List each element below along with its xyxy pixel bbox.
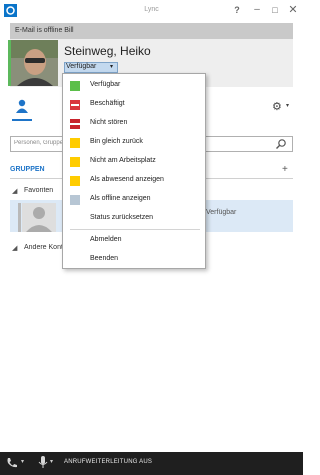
status-menu-item-available[interactable]: Verfügbar [63,77,205,96]
menu-item-label: Beschäftigt [90,100,125,107]
menu-item-label: Abmelden [90,236,122,243]
menu-item-label: Als offline anzeigen [90,195,151,202]
user-avatar[interactable] [11,40,58,86]
status-menu-item-appear-offline[interactable]: Als offline anzeigen [63,191,205,210]
menu-item-label: Nicht am Arbeitsplatz [90,157,156,164]
close-button[interactable]: ✕ [284,2,302,18]
status-dropdown-label: Verfügbar [66,63,97,70]
menu-separator [70,229,200,230]
status-menu-item-busy[interactable]: Beschäftigt [63,96,205,115]
presence-swatch-icon [70,195,80,205]
presence-swatch-icon [70,138,80,148]
phone-chevron-icon[interactable]: ▾ [21,458,24,465]
options-chevron-icon[interactable]: ▾ [286,102,289,109]
presence-swatch-icon [70,157,80,167]
menu-item-label: Als abwesend anzeigen [90,176,164,183]
contact-presence-indicator [18,203,21,232]
status-menu-item-sign-out[interactable]: Abmelden [63,232,205,251]
presence-swatch-icon [70,119,80,129]
chevron-down-icon: ▾ [110,64,114,70]
active-tab-indicator [12,119,32,121]
menu-item-label: Status zurücksetzen [90,214,154,221]
help-button[interactable]: ? [228,2,246,18]
search-placeholder: Personen, Gruppen oder Nummern suchen [14,140,64,146]
group-expand-icon[interactable]: ◢ [12,244,17,252]
group-expand-icon[interactable]: ◢ [12,187,17,195]
menu-item-label: Nicht stören [90,119,128,126]
add-contact-icon[interactable]: + [282,164,288,175]
user-display-name: Steinweg, Heiko [64,44,151,58]
group-name[interactable]: Andere Kontakte [24,244,64,251]
menu-item-label: Bin gleich zurück [90,138,143,145]
group-name[interactable]: Favoriten [24,187,64,194]
presence-swatch-icon [70,81,80,91]
contacts-tab-icon[interactable] [16,99,28,113]
call-forwarding-status[interactable]: ANRUFWEITERLEITUNG AUS [64,459,152,465]
status-menu-item-reset-status[interactable]: Status zurücksetzen [63,210,205,229]
presence-swatch-icon [70,100,80,110]
menu-item-label: Beenden [90,255,119,262]
audio-device-chevron-icon[interactable]: ▾ [50,458,53,465]
phone-icon[interactable] [6,457,18,469]
status-menu-item-appear-away[interactable]: Als abwesend anzeigen [63,172,205,191]
status-menu-item-exit[interactable]: Beenden [63,251,205,270]
groups-header[interactable]: GRUPPEN [10,166,45,173]
microphone-icon[interactable] [38,456,48,469]
status-menu-item-be-right-back[interactable]: Bin gleich zurück [63,134,205,153]
personal-note-text: E-Mail is offline Bill [15,27,74,34]
minimize-button[interactable]: – [248,2,266,18]
status-menu-item-off-work[interactable]: Nicht am Arbeitsplatz [63,153,205,172]
contact-avatar [22,203,56,232]
search-icon[interactable] [275,138,287,150]
gear-icon[interactable]: ⚙ [272,100,282,113]
status-menu-item-do-not-disturb[interactable]: Nicht stören [63,115,205,134]
maximize-button[interactable]: □ [266,2,284,18]
contact-status-text: Verfügbar [206,209,237,216]
presence-swatch-icon [70,176,80,186]
menu-item-label: Verfügbar [90,81,121,88]
